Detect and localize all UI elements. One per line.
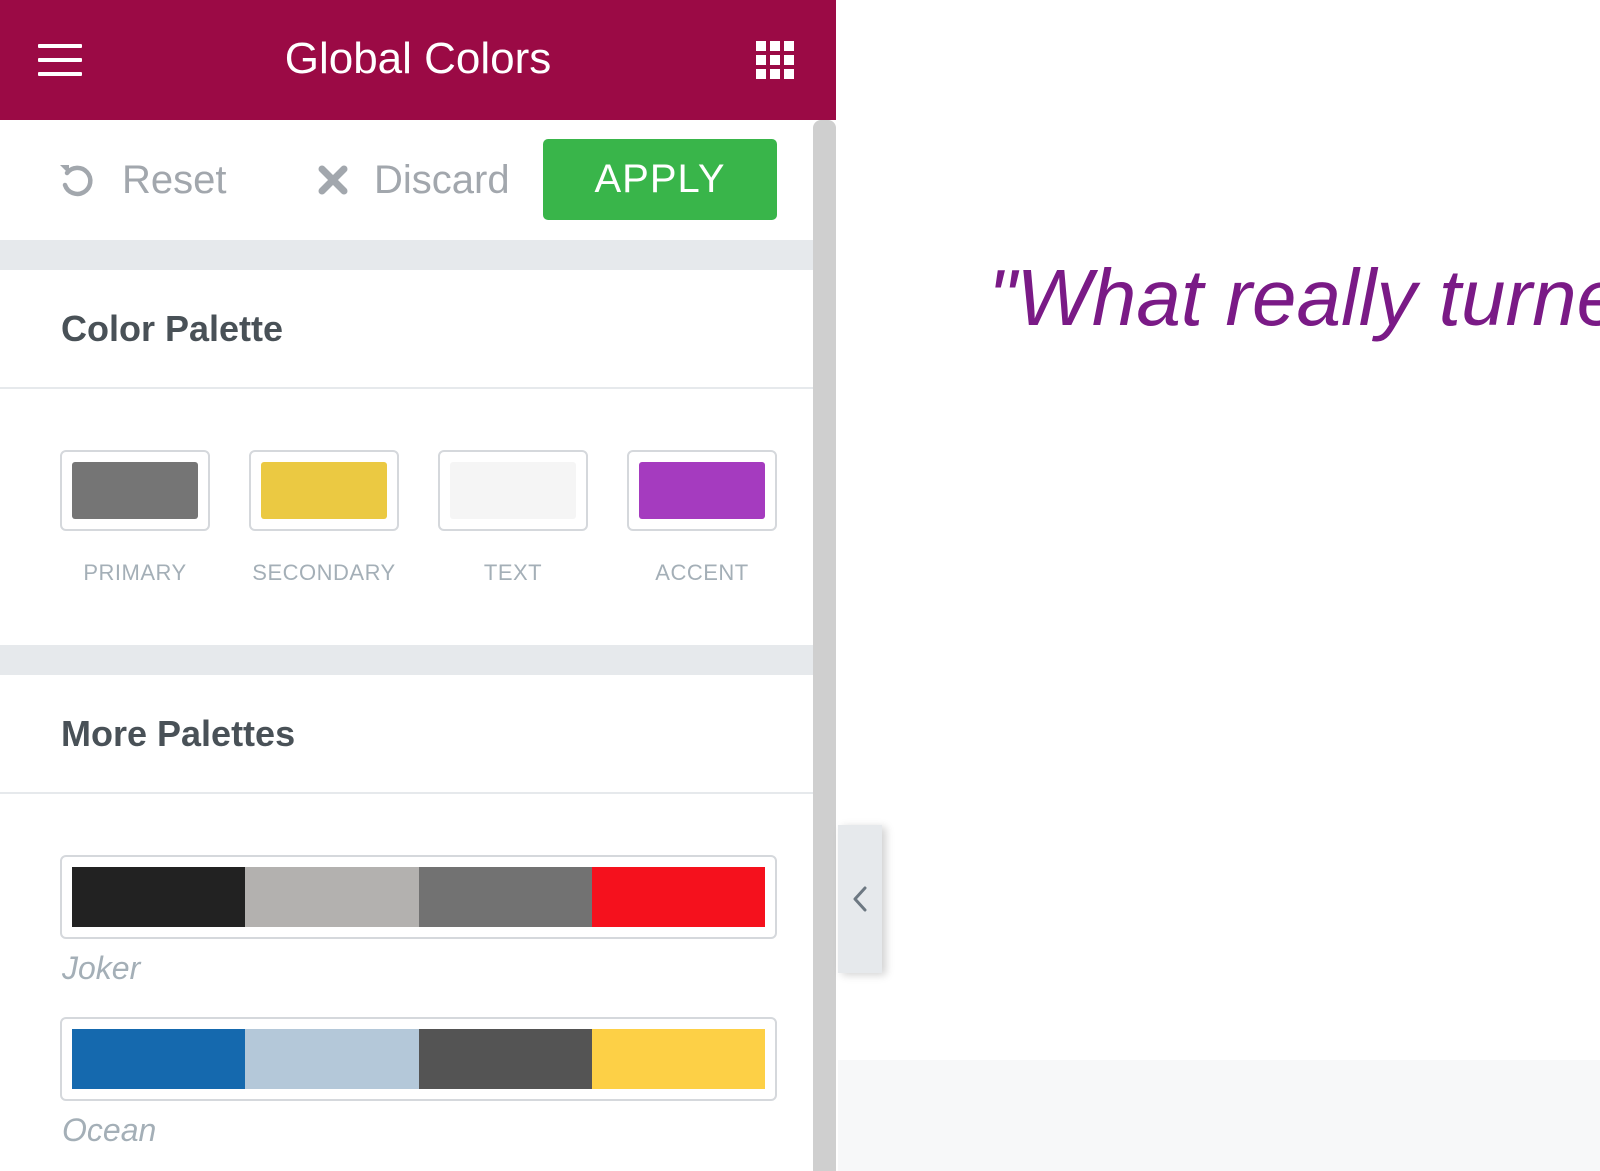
swatch-fill <box>450 462 576 519</box>
preview-footer-section <box>838 1060 1600 1171</box>
swatch-fill <box>261 462 387 519</box>
grid-icon[interactable] <box>756 41 796 81</box>
palette-color <box>245 867 419 927</box>
palette-strip <box>72 867 765 927</box>
panel-header: Global Colors <box>0 0 836 120</box>
discard-label: Discard <box>374 157 510 202</box>
reset-button[interactable]: Reset <box>58 154 227 206</box>
color-palette-title: Color Palette <box>61 308 284 349</box>
section-divider <box>0 387 813 389</box>
palette-name-joker: Joker <box>62 950 141 986</box>
swatch-secondary[interactable] <box>249 450 399 531</box>
chevron-left-icon <box>853 886 867 912</box>
more-palettes-title: More Palettes <box>61 713 296 754</box>
discard-button[interactable]: Discard <box>318 154 510 206</box>
collapse-panel-button[interactable] <box>838 825 882 973</box>
section-separator <box>0 645 813 675</box>
swatch-label-secondary: SECONDARY <box>252 560 396 585</box>
palette-color <box>418 867 592 927</box>
preview-quote: "What really turned <box>988 253 1600 342</box>
swatch-label-primary: PRIMARY <box>83 560 187 585</box>
editor-panel: Global Colors Reset Discard APPLY Color … <box>0 0 836 1171</box>
palette-color <box>72 867 246 927</box>
swatch-primary[interactable] <box>60 450 210 531</box>
panel-scrollbar[interactable] <box>813 120 836 1171</box>
close-icon <box>318 165 348 195</box>
swatch-fill <box>639 462 765 519</box>
swatch-text[interactable] <box>438 450 588 531</box>
palette-name-ocean: Ocean <box>62 1112 157 1148</box>
palette-color <box>72 1029 246 1089</box>
palette-ocean[interactable] <box>60 1017 777 1101</box>
palette-color <box>245 1029 419 1089</box>
swatch-label-text: TEXT <box>483 560 543 585</box>
swatch-accent[interactable] <box>627 450 777 531</box>
palette-strip <box>72 1029 765 1089</box>
swatch-fill <box>72 462 198 519</box>
panel-toolbar: Reset Discard APPLY <box>0 120 813 240</box>
section-separator <box>0 240 813 270</box>
panel-title: Global Colors <box>284 34 552 83</box>
palette-color <box>418 1029 592 1089</box>
swatch-label-accent: ACCENT <box>655 560 749 585</box>
palette-joker[interactable] <box>60 855 777 939</box>
palette-color <box>591 1029 765 1089</box>
apply-button[interactable]: APPLY <box>543 139 777 220</box>
section-divider <box>0 792 813 794</box>
reset-label: Reset <box>122 157 227 202</box>
palette-color <box>591 867 765 927</box>
undo-icon <box>60 165 93 197</box>
